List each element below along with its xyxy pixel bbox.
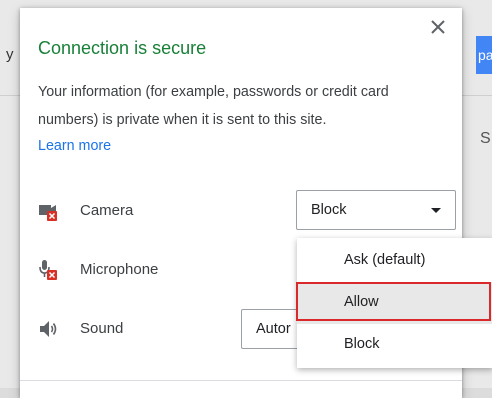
sound-permission-value: Autor [256,321,291,337]
camera-label: Camera [80,202,134,219]
learn-more-link[interactable]: Learn more [38,138,111,154]
microphone-blocked-icon [38,259,60,281]
chevron-down-icon [431,208,441,213]
dropdown-option-label: Block [344,336,380,352]
dropdown-option-label: Ask (default) [344,252,426,268]
close-button[interactable] [427,16,449,38]
background-divider [462,95,492,96]
permission-dropdown-menu: Ask (default) Allow Block [297,238,492,368]
background-button-label: pa [478,47,492,63]
camera-permission-value: Block [311,202,347,218]
camera-permission-select[interactable]: Block [296,190,456,230]
dropdown-option-allow[interactable]: Allow [297,282,492,324]
connection-title: Connection is secure [38,38,207,58]
camera-blocked-icon [38,200,60,222]
microphone-label: Microphone [80,261,159,278]
close-icon [431,20,445,34]
background-text-fragment: y [6,46,14,63]
dropdown-option-label: Allow [344,294,379,310]
connection-description: Your information (for example, passwords… [38,84,389,128]
sound-label: Sound [80,320,124,337]
dropdown-option-block[interactable]: Block [297,324,492,366]
background-button[interactable]: pa [476,36,492,74]
speaker-icon [38,318,60,340]
background-text-fragment: S [480,130,491,147]
dropdown-option-ask[interactable]: Ask (default) [297,240,492,282]
popup-bottom-divider [20,380,462,381]
